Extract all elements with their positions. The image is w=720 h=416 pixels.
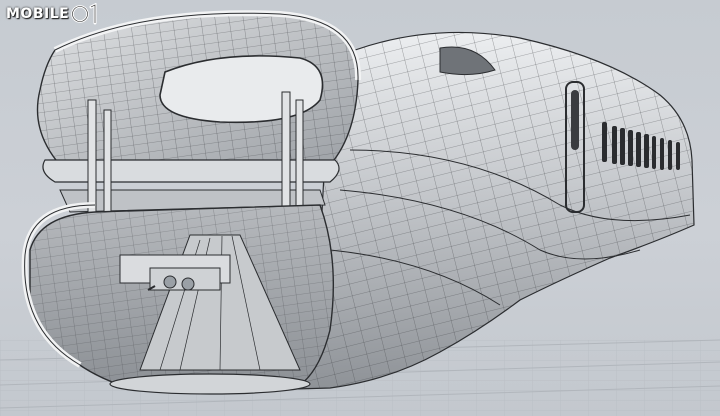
train-model-render xyxy=(0,10,720,416)
coupler-lens-right xyxy=(181,277,195,291)
watermark-text: MOBILE xyxy=(6,6,70,22)
mobile01-logo-icon xyxy=(71,3,97,25)
watermark-logo: MOBILE xyxy=(6,3,101,25)
rhino-viewport: MOBILE xyxy=(0,0,720,416)
upper-cutaway-shell xyxy=(36,10,362,166)
coupler-lens-left xyxy=(163,275,177,289)
base-ring xyxy=(109,373,311,395)
